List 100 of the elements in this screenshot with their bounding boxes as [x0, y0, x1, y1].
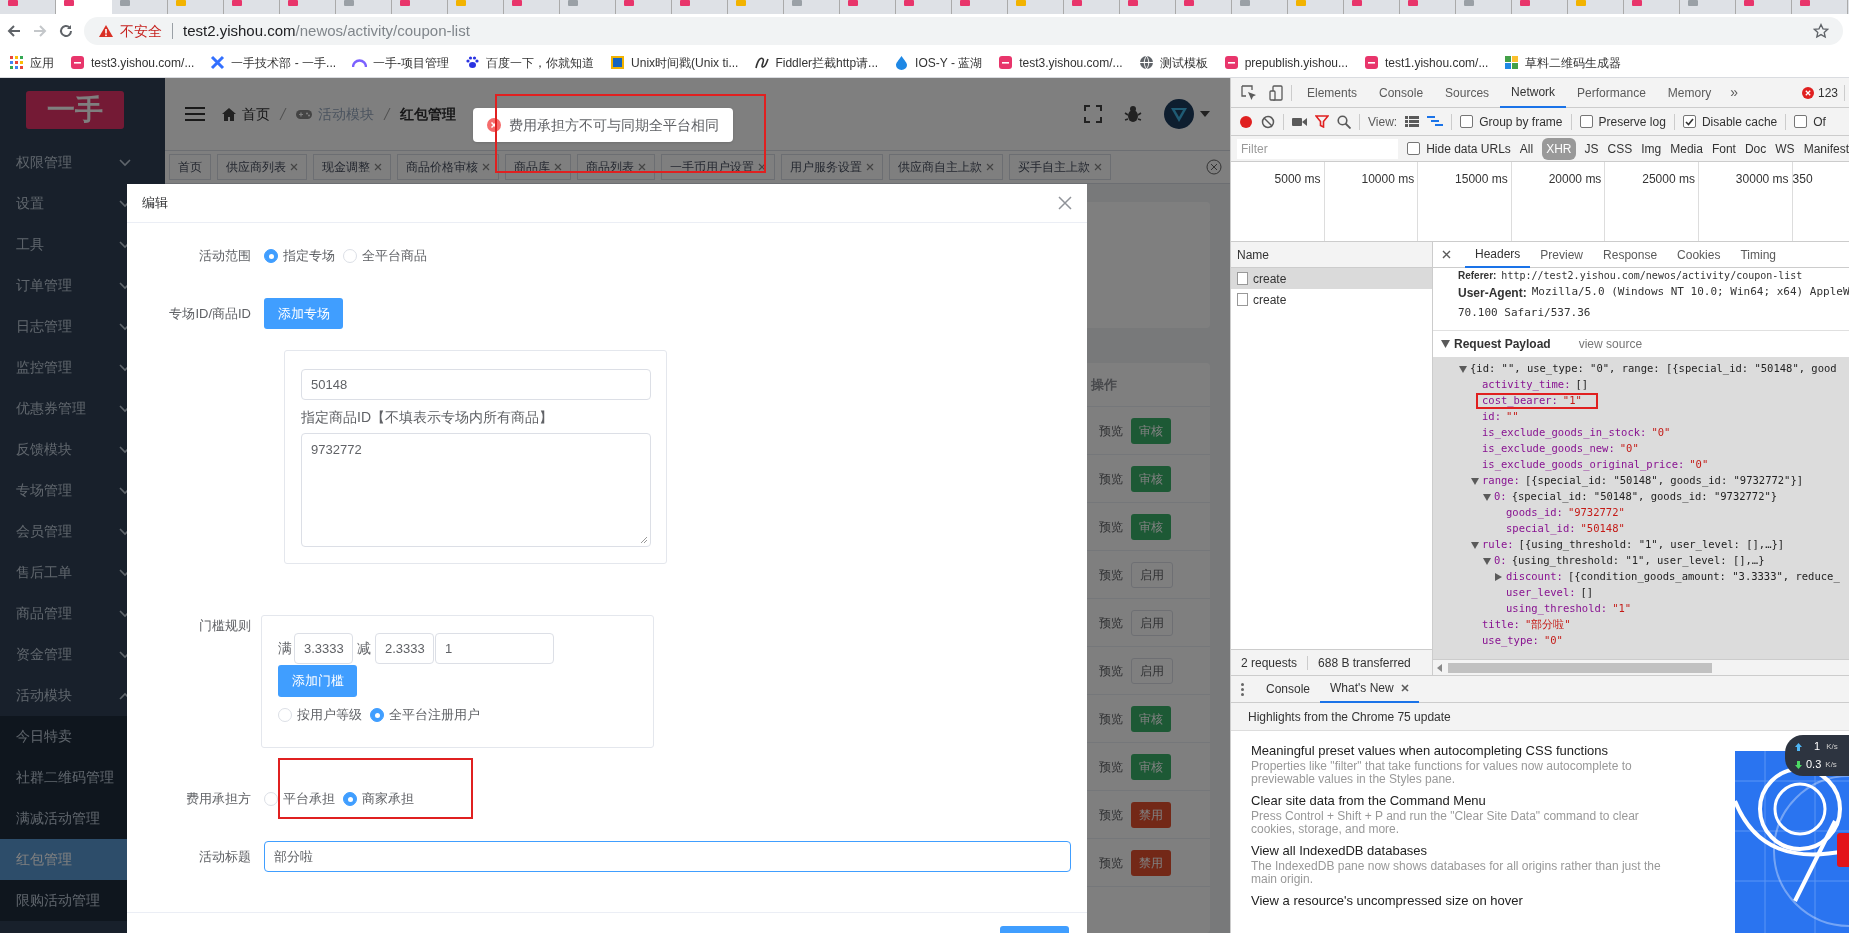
panel-tab[interactable]: Console — [1368, 78, 1435, 108]
sidebar-item[interactable]: 反馈模块 — [16, 439, 72, 460]
add-button[interactable]: 添加专场 — [264, 298, 343, 329]
bookmark-link[interactable]: 一手-项目管理 — [373, 53, 450, 72]
preview-link[interactable]: 预览 — [1099, 709, 1123, 728]
sidebar-item[interactable]: 活动模块 — [16, 685, 72, 706]
sidebar-item[interactable]: 专场管理 — [16, 480, 72, 501]
fullscreen-icon[interactable] — [1084, 105, 1102, 123]
panel-tab[interactable]: Sources — [1434, 78, 1501, 108]
bug-icon[interactable] — [1124, 105, 1142, 123]
type-filter-tab[interactable]: WS — [1775, 139, 1795, 158]
input-field[interactable]: 1 — [435, 633, 554, 664]
action-button[interactable]: 审核 — [1131, 465, 1171, 492]
search-icon[interactable] — [1337, 114, 1351, 129]
error-count[interactable]: 123 — [1817, 83, 1838, 102]
bookmark-link[interactable]: IOS-Y - 蓝湖 — [915, 53, 983, 72]
page-tag[interactable]: 买手自主上款 — [1009, 154, 1111, 180]
panel-tab[interactable]: Elements — [1296, 78, 1369, 108]
close-icon[interactable] — [1400, 684, 1409, 692]
action-button[interactable]: 启用 — [1131, 609, 1173, 636]
input-field[interactable]: 50148 — [301, 369, 651, 400]
close-icon[interactable] — [1442, 250, 1451, 259]
sidebar-item[interactable]: 商品管理 — [16, 603, 72, 624]
preview-link[interactable]: 预览 — [1099, 517, 1123, 536]
radio-button[interactable] — [370, 708, 384, 722]
bookmark-link[interactable]: test3.yishou.com/... — [91, 53, 195, 72]
filter-field[interactable]: Filter — [1237, 138, 1399, 159]
triangle-down-icon[interactable] — [1441, 340, 1450, 348]
page-tag[interactable]: 供应商自主上款 — [889, 154, 1003, 180]
radio-button[interactable] — [343, 792, 357, 806]
square-icon[interactable] — [610, 55, 626, 70]
scribble-icon[interactable] — [754, 55, 770, 70]
site-icon[interactable] — [1364, 55, 1380, 70]
type-filter-tab[interactable]: Manifest — [1803, 139, 1849, 158]
paw-icon[interactable] — [465, 55, 481, 70]
preview-link[interactable]: 预览 — [1099, 613, 1123, 632]
input-field[interactable]: 3.3333 — [294, 633, 353, 664]
bookmark-link[interactable]: 应用 — [30, 53, 54, 72]
triangle-down-icon[interactable] — [1459, 365, 1467, 373]
request-row[interactable]: create — [1231, 268, 1432, 289]
panel-tab[interactable]: Memory — [1656, 78, 1723, 108]
avatar-icon[interactable] — [1164, 99, 1194, 129]
action-button[interactable]: 审核 — [1131, 705, 1171, 732]
preview-link[interactable]: 预览 — [1099, 661, 1123, 680]
type-filter-tab[interactable]: Media — [1670, 139, 1703, 158]
close-circle-icon[interactable] — [1206, 159, 1222, 175]
radio-button[interactable] — [264, 249, 278, 263]
action-button[interactable]: 审核 — [1131, 513, 1171, 540]
star-icon[interactable] — [1813, 23, 1829, 39]
triangle-down-icon[interactable] — [1471, 477, 1479, 485]
sidebar-item[interactable]: 订单管理 — [16, 275, 72, 296]
checkbox[interactable] — [1794, 115, 1808, 128]
input-field[interactable]: 部分啦 — [264, 841, 1071, 872]
bookmark-link[interactable]: test3.yishou.com/... — [1019, 53, 1123, 72]
sidebar-item[interactable]: 资金管理 — [16, 644, 72, 665]
page-tag[interactable]: 首页 — [169, 154, 211, 180]
site-icon[interactable] — [70, 55, 85, 70]
detail-tab[interactable]: Preview — [1530, 241, 1594, 268]
cross-icon[interactable] — [210, 55, 226, 70]
page-tag[interactable]: 现金调整 — [313, 154, 391, 180]
inspect-icon[interactable] — [1241, 84, 1257, 101]
site-icon[interactable] — [1223, 55, 1239, 70]
input-field[interactable]: 2.3333 — [375, 633, 434, 664]
waterfall-icon[interactable] — [1427, 116, 1444, 127]
more-tabs-glyph[interactable]: » — [1722, 82, 1746, 103]
action-button[interactable]: 审核 — [1131, 753, 1171, 780]
sidebar-item[interactable]: 权限管理 — [16, 152, 72, 173]
device-icon[interactable] — [1269, 84, 1283, 101]
breadcrumb-item[interactable]: 首页 — [242, 103, 270, 125]
scroll-left-icon[interactable] — [1437, 663, 1442, 672]
panel-tab[interactable]: Performance — [1566, 78, 1657, 108]
preview-link[interactable]: 预览 — [1099, 805, 1123, 824]
page-tag[interactable]: 供应商列表 — [217, 154, 307, 180]
preview-link[interactable]: 预览 — [1099, 421, 1123, 440]
triangle-down-icon[interactable] — [1471, 541, 1479, 549]
detail-tab[interactable]: Cookies — [1667, 241, 1731, 268]
type-filter-tab[interactable]: All — [1519, 139, 1534, 158]
clear-icon[interactable] — [1261, 114, 1275, 129]
bookmark-link[interactable]: Fiddler拦截http请... — [775, 53, 879, 72]
detail-tab[interactable]: Response — [1593, 241, 1668, 268]
detail-tab[interactable]: Timing — [1730, 241, 1786, 268]
sidebar-item[interactable]: 设置 — [16, 193, 44, 214]
bookmark-link[interactable]: Unix时间戳(Unix ti... — [631, 53, 739, 72]
grid-icon[interactable] — [1504, 55, 1520, 70]
triangle-down-icon[interactable] — [1483, 557, 1491, 565]
record-icon[interactable] — [1239, 114, 1253, 129]
bookmark-link[interactable]: 草料二维码生成器 — [1525, 53, 1622, 72]
bookmark-link[interactable]: 百度一下，你就知道 — [486, 53, 595, 72]
action-button[interactable]: 启用 — [1131, 657, 1173, 684]
reload-icon[interactable] — [58, 23, 74, 39]
sidebar-item[interactable]: 监控管理 — [16, 357, 72, 378]
view-source-link[interactable]: view source — [1578, 335, 1643, 353]
drop-icon[interactable] — [894, 55, 910, 70]
action-button[interactable]: 禁用 — [1131, 801, 1171, 828]
sidebar-item[interactable]: 优惠券管理 — [16, 398, 86, 419]
sidebar-item[interactable]: 会员管理 — [16, 521, 72, 542]
checkbox[interactable] — [1460, 115, 1474, 128]
sidebar-item[interactable]: 工具 — [16, 234, 44, 255]
close-icon[interactable] — [1058, 196, 1072, 210]
list-view-icon[interactable] — [1405, 116, 1420, 127]
